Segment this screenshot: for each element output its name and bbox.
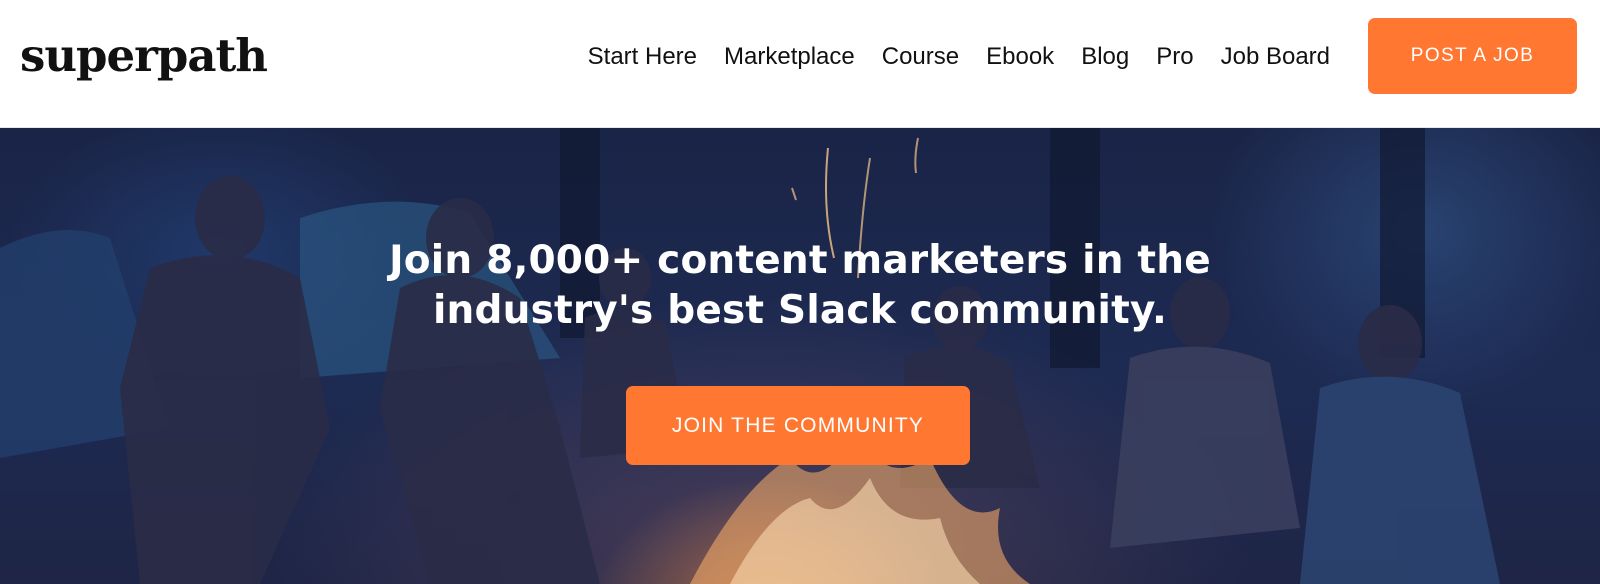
hero-headline-line-2: industry's best Slack community. — [432, 288, 1168, 333]
nav-course[interactable]: Course — [882, 40, 959, 74]
hero-headline-line-1: Join 8,000+ content marketers in the — [389, 238, 1211, 283]
nav-blog[interactable]: Blog — [1081, 40, 1129, 74]
nav-ebook[interactable]: Ebook — [986, 40, 1054, 74]
post-a-job-button[interactable]: POST A JOB — [1368, 18, 1577, 94]
site-header: superpath Start Here Marketplace Course … — [0, 0, 1600, 128]
nav-pro[interactable]: Pro — [1156, 40, 1193, 74]
superpath-logo[interactable]: superpath — [20, 26, 268, 86]
nav-start-here[interactable]: Start Here — [588, 40, 697, 74]
nav-job-board[interactable]: Job Board — [1221, 40, 1330, 74]
hero-headline: Join 8,000+ content marketers in the ind… — [0, 236, 1600, 336]
campfire-background-image — [0, 128, 1500, 584]
hero-section: Join 8,000+ content marketers in the ind… — [0, 128, 1600, 584]
main-nav: Start Here Marketplace Course Ebook Blog… — [588, 40, 1330, 74]
nav-marketplace[interactable]: Marketplace — [724, 40, 855, 74]
join-community-button[interactable]: JOIN THE COMMUNITY — [626, 386, 970, 465]
